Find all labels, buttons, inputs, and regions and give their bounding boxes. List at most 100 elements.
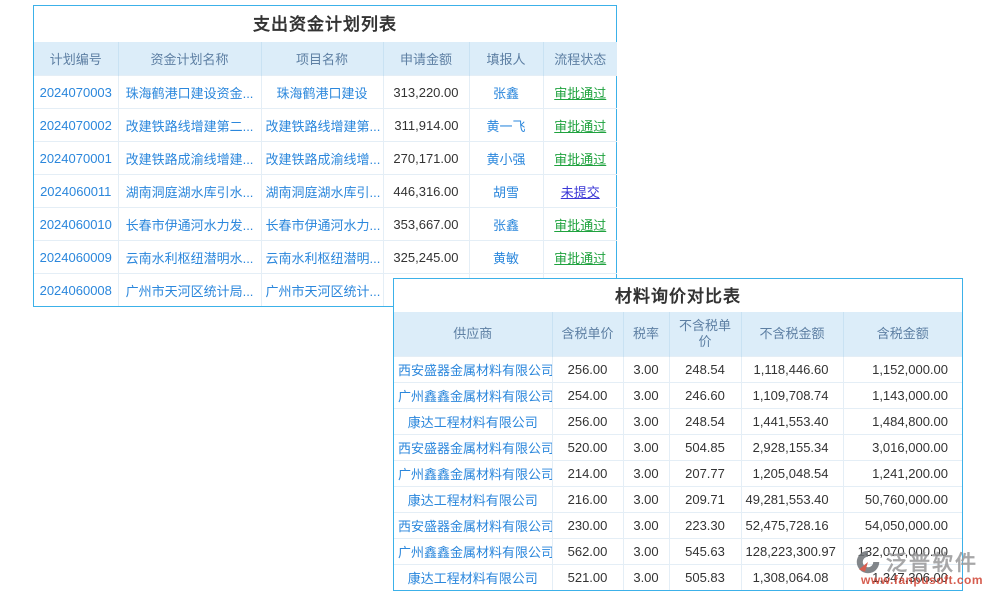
price-without-tax-cell: 505.83 — [669, 565, 741, 591]
fund-plan-name-link[interactable]: 珠海鹤港口建设资金... — [118, 76, 261, 109]
table-row: 2024060011湖南洞庭湖水库引水...湖南洞庭湖水库引...446,316… — [34, 175, 617, 208]
plan-id-link[interactable]: 2024070002 — [34, 109, 118, 142]
amount-with-tax-cell: 50,760,000.00 — [843, 487, 962, 513]
column-header: 税率 — [623, 312, 669, 357]
tax-rate-cell: 3.00 — [623, 539, 669, 565]
price-with-tax-cell: 216.00 — [552, 487, 623, 513]
expenditure-plan-title: 支出资金计划列表 — [34, 6, 616, 42]
plan-id-link[interactable]: 2024070003 — [34, 76, 118, 109]
price-without-tax-cell: 545.63 — [669, 539, 741, 565]
workflow-status-link[interactable]: 审批通过 — [543, 142, 617, 175]
table-row: 广州鑫鑫金属材料有限公司562.003.00545.63128,223,300.… — [394, 539, 962, 565]
supplier-link[interactable]: 广州鑫鑫金属材料有限公司 — [394, 383, 552, 409]
fund-plan-name-link[interactable]: 湖南洞庭湖水库引水... — [118, 175, 261, 208]
price-with-tax-cell: 256.00 — [552, 409, 623, 435]
price-with-tax-cell: 230.00 — [552, 513, 623, 539]
plan-id-link[interactable]: 2024070001 — [34, 142, 118, 175]
reporter-link[interactable]: 黄一飞 — [469, 109, 543, 142]
plan-id-link[interactable]: 2024060010 — [34, 208, 118, 241]
plan-id-link[interactable]: 2024060009 — [34, 241, 118, 274]
amount-without-tax-cell: 1,205,048.54 — [741, 461, 843, 487]
fund-plan-name-link[interactable]: 改建铁路成渝线增建... — [118, 142, 261, 175]
reporter-link[interactable]: 黄小强 — [469, 142, 543, 175]
fund-plan-name-link[interactable]: 改建铁路线增建第二... — [118, 109, 261, 142]
table-row: 2024070003珠海鹤港口建设资金...珠海鹤港口建设313,220.00张… — [34, 76, 617, 109]
column-header: 含税金额 — [843, 312, 962, 357]
supplier-link[interactable]: 西安盛器金属材料有限公司 — [394, 357, 552, 383]
reporter-link[interactable]: 胡雪 — [469, 175, 543, 208]
column-header: 含税单价 — [552, 312, 623, 357]
column-header: 流程状态 — [543, 42, 617, 76]
plan-id-link[interactable]: 2024060011 — [34, 175, 118, 208]
amount-with-tax-cell: 1,143,000.00 — [843, 383, 962, 409]
request-amount-cell: 446,316.00 — [383, 175, 469, 208]
supplier-link[interactable]: 康达工程材料有限公司 — [394, 409, 552, 435]
inquiry-table-header-row: 供应商含税单价税率不含税单价不含税金额含税金额 — [394, 312, 962, 357]
column-header: 项目名称 — [261, 42, 383, 76]
reporter-link[interactable]: 张鑫 — [469, 76, 543, 109]
amount-without-tax-cell: 49,281,553.40 — [741, 487, 843, 513]
request-amount-cell: 353,667.00 — [383, 208, 469, 241]
fund-plan-name-link[interactable]: 云南水利枢纽潜明水... — [118, 241, 261, 274]
tax-rate-cell: 3.00 — [623, 461, 669, 487]
supplier-link[interactable]: 西安盛器金属材料有限公司 — [394, 435, 552, 461]
amount-without-tax-cell: 1,109,708.74 — [741, 383, 843, 409]
table-row: 广州鑫鑫金属材料有限公司254.003.00246.601,109,708.74… — [394, 383, 962, 409]
amount-with-tax-cell: 1,347,306.00 — [843, 565, 962, 591]
project-name-link[interactable]: 湖南洞庭湖水库引... — [261, 175, 383, 208]
price-with-tax-cell: 214.00 — [552, 461, 623, 487]
expenditure-plan-table: 计划编号资金计划名称项目名称申请金额填报人流程状态 2024070003珠海鹤港… — [34, 42, 617, 306]
project-name-link[interactable]: 广州市天河区统计... — [261, 274, 383, 307]
price-without-tax-cell: 248.54 — [669, 409, 741, 435]
project-name-link[interactable]: 长春市伊通河水力... — [261, 208, 383, 241]
price-with-tax-cell: 520.00 — [552, 435, 623, 461]
table-row: 康达工程材料有限公司216.003.00209.7149,281,553.405… — [394, 487, 962, 513]
plan-id-link[interactable]: 2024060008 — [34, 274, 118, 307]
request-amount-cell: 325,245.00 — [383, 241, 469, 274]
table-row: 西安盛器金属材料有限公司520.003.00504.852,928,155.34… — [394, 435, 962, 461]
price-without-tax-cell: 207.77 — [669, 461, 741, 487]
amount-with-tax-cell: 1,152,000.00 — [843, 357, 962, 383]
request-amount-cell: 270,171.00 — [383, 142, 469, 175]
supplier-link[interactable]: 广州鑫鑫金属材料有限公司 — [394, 539, 552, 565]
column-header: 不含税金额 — [741, 312, 843, 357]
price-with-tax-cell: 254.00 — [552, 383, 623, 409]
project-name-link[interactable]: 云南水利枢纽潜明... — [261, 241, 383, 274]
supplier-link[interactable]: 康达工程材料有限公司 — [394, 487, 552, 513]
tax-rate-cell: 3.00 — [623, 513, 669, 539]
supplier-link[interactable]: 广州鑫鑫金属材料有限公司 — [394, 461, 552, 487]
reporter-link[interactable]: 黄敏 — [469, 241, 543, 274]
workflow-status-link[interactable]: 未提交 — [543, 175, 617, 208]
plan-table-header-row: 计划编号资金计划名称项目名称申请金额填报人流程状态 — [34, 42, 617, 76]
price-without-tax-cell: 223.30 — [669, 513, 741, 539]
project-name-link[interactable]: 珠海鹤港口建设 — [261, 76, 383, 109]
workflow-status-link[interactable]: 审批通过 — [543, 76, 617, 109]
fund-plan-name-link[interactable]: 长春市伊通河水力发... — [118, 208, 261, 241]
supplier-link[interactable]: 西安盛器金属材料有限公司 — [394, 513, 552, 539]
material-inquiry-title: 材料询价对比表 — [394, 279, 962, 312]
amount-with-tax-cell: 1,241,200.00 — [843, 461, 962, 487]
table-row: 康达工程材料有限公司256.003.00248.541,441,553.401,… — [394, 409, 962, 435]
price-with-tax-cell: 521.00 — [552, 565, 623, 591]
fund-plan-name-link[interactable]: 广州市天河区统计局... — [118, 274, 261, 307]
price-without-tax-cell: 504.85 — [669, 435, 741, 461]
amount-with-tax-cell: 1,484,800.00 — [843, 409, 962, 435]
project-name-link[interactable]: 改建铁路线增建第... — [261, 109, 383, 142]
material-inquiry-table: 供应商含税单价税率不含税单价不含税金额含税金额 西安盛器金属材料有限公司256.… — [394, 312, 962, 590]
table-row: 2024070001改建铁路成渝线增建...改建铁路成渝线增...270,171… — [34, 142, 617, 175]
column-header: 填报人 — [469, 42, 543, 76]
workflow-status-link[interactable]: 审批通过 — [543, 208, 617, 241]
table-row: 2024060010长春市伊通河水力发...长春市伊通河水力...353,667… — [34, 208, 617, 241]
workflow-status-link[interactable]: 审批通过 — [543, 241, 617, 274]
supplier-link[interactable]: 康达工程材料有限公司 — [394, 565, 552, 591]
column-header: 供应商 — [394, 312, 552, 357]
amount-without-tax-cell: 2,928,155.34 — [741, 435, 843, 461]
tax-rate-cell: 3.00 — [623, 487, 669, 513]
reporter-link[interactable]: 张鑫 — [469, 208, 543, 241]
project-name-link[interactable]: 改建铁路成渝线增... — [261, 142, 383, 175]
column-header: 申请金额 — [383, 42, 469, 76]
workflow-status-link[interactable]: 审批通过 — [543, 109, 617, 142]
price-without-tax-cell: 248.54 — [669, 357, 741, 383]
table-row: 西安盛器金属材料有限公司256.003.00248.541,118,446.60… — [394, 357, 962, 383]
tax-rate-cell: 3.00 — [623, 409, 669, 435]
